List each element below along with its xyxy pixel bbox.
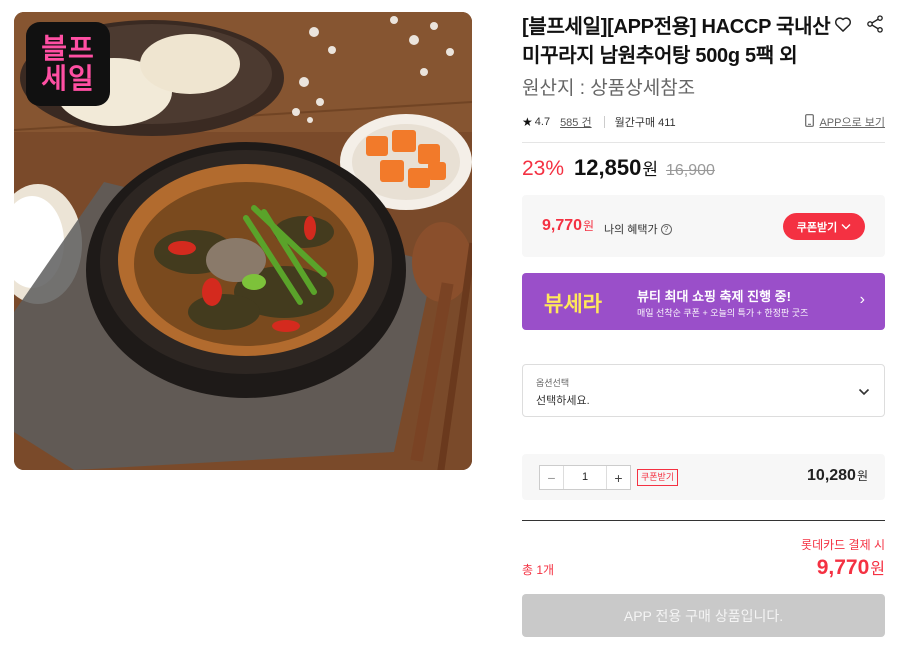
origin-info: 원산지 : 상품상세참조 <box>522 78 696 99</box>
sale-price-value: 12,850 <box>574 155 642 180</box>
quantity-value[interactable]: 1 <box>564 466 606 489</box>
star-icon: ★ <box>522 115 533 129</box>
total-quantity-label: 총 1개 <box>522 563 555 577</box>
quantity-box: − 1 + 쿠폰받기 10,280원 <box>522 454 885 500</box>
total-price-value: 9,770 <box>816 556 870 579</box>
line-item-price: 10,280원 <box>807 467 868 485</box>
increase-quantity-button[interactable]: + <box>606 466 630 489</box>
review-count-link[interactable]: 585 건 <box>560 114 592 130</box>
info-icon[interactable]: ? <box>660 223 672 235</box>
get-coupon-label: 쿠폰받기 <box>796 221 838 234</box>
header-actions <box>833 14 885 34</box>
discount-rate: 23% <box>522 157 565 180</box>
original-price: 16,900 <box>665 162 715 179</box>
option-select-label: 옵션선택 <box>536 378 570 388</box>
price-row: 23% 12,850원 16,900 <box>522 155 715 181</box>
line-item-price-unit: 원 <box>856 469 868 483</box>
option-select[interactable]: 옵션선택 선택하세요. <box>522 364 885 417</box>
banner-title: 뷰티 최대 쇼핑 축제 진행 중! <box>637 289 791 304</box>
meta-divider <box>603 116 605 128</box>
product-title: [블프세일][APP전용] HACCP 국내산 미꾸라지 남원추어탕 500g … <box>522 16 831 67</box>
chevron-down-icon <box>858 383 870 401</box>
chevron-right-icon: › <box>859 291 865 308</box>
beauty-promo-banner[interactable]: 뷰세라 뷰티 최대 쇼핑 축제 진행 중! 매일 선착순 쿠폰 + 오늘의 특가… <box>522 273 885 330</box>
my-benefit-box: 9,770원 나의 혜택가 ? 쿠폰받기 <box>522 195 885 257</box>
benefit-price-value: 9,770 <box>542 217 583 234</box>
benefit-label-text: 나의 혜택가 <box>604 224 658 236</box>
sale-price: 12,850원 <box>574 155 658 181</box>
sale-logo-line-2: 세일 <box>41 62 95 95</box>
view-in-app-link[interactable]: APP으로 보기 <box>805 114 885 130</box>
card-payment-note: 롯데카드 결제 시 <box>801 538 885 552</box>
share-icon[interactable] <box>865 14 885 34</box>
quantity-stepper: − 1 + <box>539 465 631 490</box>
sale-logo-line-1: 블프 <box>41 32 95 65</box>
banner-subtitle: 매일 선착순 쿠폰 + 오늘의 특가 + 한정판 굿즈 <box>637 308 809 318</box>
rating-value: 4.7 <box>534 116 551 128</box>
decrease-quantity-button[interactable]: − <box>540 466 564 489</box>
total-price-unit: 원 <box>870 561 885 578</box>
benefit-price-unit: 원 <box>583 219 595 233</box>
chevron-down-icon <box>841 221 851 233</box>
sale-price-unit: 원 <box>642 160 658 179</box>
mobile-icon <box>805 114 815 130</box>
total-price: 9,770원 <box>817 555 885 580</box>
get-coupon-button[interactable]: 쿠폰받기 <box>783 213 865 240</box>
coupon-tag-button[interactable]: 쿠폰받기 <box>637 469 679 486</box>
benefit-label: 나의 혜택가 ? <box>604 221 672 237</box>
black-friday-sale-logo: 블프 세일 <box>26 22 110 106</box>
product-image[interactable]: 블프 세일 <box>14 12 472 470</box>
divider <box>522 142 885 143</box>
benefit-price: 9,770원 <box>542 217 594 235</box>
monthly-purchase-count: 월간구매 411 <box>614 117 676 129</box>
view-in-app-label: APP으로 보기 <box>819 117 885 129</box>
option-select-value: 선택하세요. <box>536 395 590 407</box>
buy-button-disabled[interactable]: APP 전용 구매 상품입니다. <box>522 594 885 637</box>
line-item-price-value: 10,280 <box>807 467 856 484</box>
banner-logo: 뷰세라 <box>544 292 602 316</box>
heart-icon[interactable] <box>833 14 853 34</box>
divider <box>522 520 885 521</box>
product-meta-row: ★ 4.7 585 건 월간구매 411 APP으로 보기 <box>522 112 885 132</box>
